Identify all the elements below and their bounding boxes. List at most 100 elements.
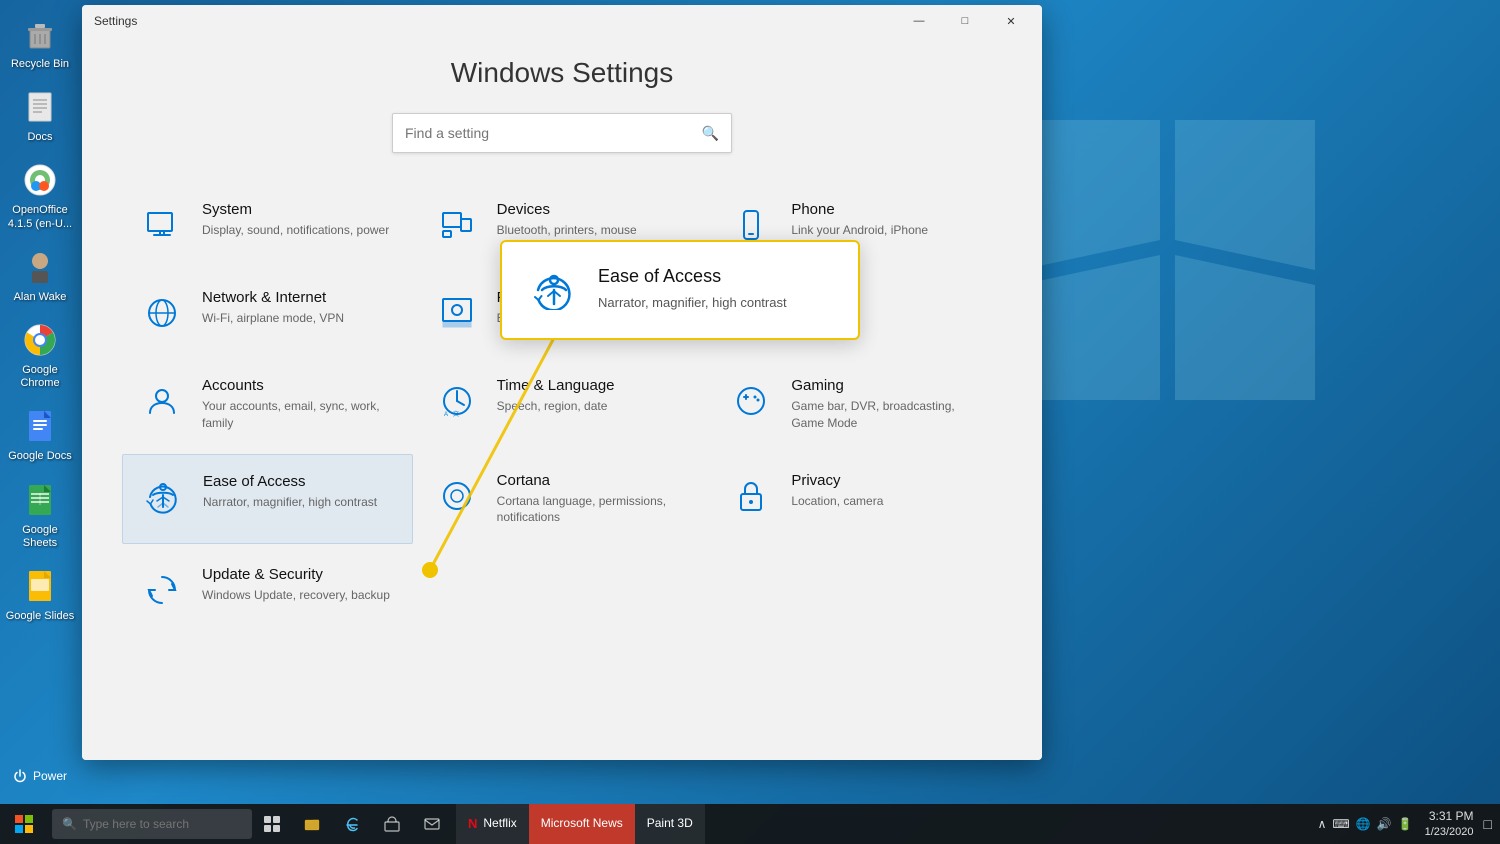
- desktop-sidebar: Recycle Bin Docs OpenOffice 4.1.5: [0, 0, 80, 804]
- mail-button[interactable]: [412, 804, 452, 844]
- search-bar: 🔍: [392, 113, 732, 153]
- gaming-icon: [727, 377, 775, 425]
- settings-item-cortana[interactable]: Cortana Cortana language, permissions, n…: [417, 454, 708, 545]
- devices-icon: [433, 201, 481, 249]
- desktop-icon-alan-wake[interactable]: Alan Wake: [1, 241, 79, 310]
- desktop-logo-decoration: [1020, 120, 1320, 525]
- minimize-button[interactable]: —: [896, 5, 942, 37]
- taskbar-app-msnews[interactable]: Microsoft News: [529, 804, 635, 844]
- settings-item-accounts[interactable]: Accounts Your accounts, email, sync, wor…: [122, 359, 413, 450]
- taskbar-search-input[interactable]: [83, 817, 242, 831]
- openoffice-label: OpenOffice 4.1.5 (en-U...: [5, 204, 75, 230]
- settings-item-gaming[interactable]: Gaming Game bar, DVR, broadcasting, Game…: [711, 359, 1002, 450]
- update-security-name: Update & Security: [202, 566, 390, 583]
- power-button[interactable]: Power: [0, 758, 80, 794]
- tray-speaker-icon[interactable]: 🔊: [1377, 817, 1392, 831]
- desktop-icon-google-slides[interactable]: Google Slides: [1, 560, 79, 629]
- settings-item-update-security[interactable]: Update & Security Windows Update, recove…: [122, 548, 413, 632]
- taskbar-search-icon: 🔍: [62, 817, 77, 831]
- google-docs-label: Google Docs: [8, 450, 72, 463]
- google-sheets-icon: [20, 480, 60, 520]
- cortana-desc: Cortana language, permissions, notificat…: [497, 493, 692, 527]
- window-title: Settings: [90, 14, 896, 28]
- desktop-icon-openoffice[interactable]: OpenOffice 4.1.5 (en-U...: [1, 154, 79, 236]
- taskbar-search[interactable]: 🔍: [52, 809, 252, 839]
- file-explorer-button[interactable]: [292, 804, 332, 844]
- system-tray: ∧ ⌨ 🌐 🔊 🔋 3:31 PM 1/23/2020 □: [1318, 809, 1500, 839]
- time-language-name: Time & Language: [497, 377, 615, 394]
- docs-icon: [20, 87, 60, 127]
- clock-time: 3:31 PM: [1425, 809, 1474, 825]
- accounts-name: Accounts: [202, 377, 397, 394]
- system-name: System: [202, 201, 389, 218]
- store-button[interactable]: [372, 804, 412, 844]
- settings-item-privacy[interactable]: Privacy Location, camera: [711, 454, 1002, 545]
- paint-label: Paint 3D: [647, 816, 693, 830]
- system-icon: [138, 201, 186, 249]
- desktop-icon-google-docs[interactable]: Google Docs: [1, 400, 79, 469]
- time-language-icon: A 文: [433, 377, 481, 425]
- privacy-icon: [727, 472, 775, 520]
- search-input[interactable]: [405, 125, 702, 141]
- edge-button[interactable]: [332, 804, 372, 844]
- tray-network-icon[interactable]: 🌐: [1356, 817, 1371, 831]
- gaming-name: Gaming: [791, 377, 986, 394]
- network-name: Network & Internet: [202, 289, 344, 306]
- msnews-label: Microsoft News: [541, 816, 623, 830]
- ease-of-access-desc: Narrator, magnifier, high contrast: [203, 494, 377, 511]
- taskbar-app-paint[interactable]: Paint 3D: [635, 804, 705, 844]
- google-slides-label: Google Slides: [6, 610, 75, 623]
- settings-window: Settings — □ ✕ Windows Settings 🔍: [82, 5, 1042, 760]
- settings-title: Windows Settings: [122, 57, 1002, 89]
- desktop-icon-google-chrome[interactable]: Google Chrome: [1, 314, 79, 396]
- close-button[interactable]: ✕: [988, 5, 1034, 37]
- svg-text:文: 文: [453, 410, 459, 418]
- taskbar: 🔍: [0, 804, 1500, 844]
- start-button[interactable]: [0, 804, 48, 844]
- desktop-icon-google-sheets[interactable]: Google Sheets: [1, 474, 79, 556]
- accounts-desc: Your accounts, email, sync, work, family: [202, 398, 397, 432]
- phone-name: Phone: [791, 201, 928, 218]
- desktop-icon-recycle-bin[interactable]: Recycle Bin: [1, 8, 79, 77]
- settings-item-time-language[interactable]: A 文 Time & Language Speech, region, date: [417, 359, 708, 450]
- window-titlebar: Settings — □ ✕: [82, 5, 1042, 37]
- update-security-icon: [138, 566, 186, 614]
- tooltip-icon: [530, 266, 578, 314]
- google-sheets-label: Google Sheets: [5, 524, 75, 550]
- search-bar-wrap: 🔍: [122, 113, 1002, 153]
- svg-text:A: A: [444, 412, 448, 418]
- task-view-button[interactable]: [252, 804, 292, 844]
- system-clock[interactable]: 3:31 PM 1/23/2020: [1425, 809, 1474, 839]
- google-slides-icon: [20, 566, 60, 606]
- alan-wake-label: Alan Wake: [14, 291, 67, 304]
- ease-of-access-name: Ease of Access: [203, 473, 377, 490]
- ease-of-access-tooltip: Ease of Access Narrator, magnifier, high…: [500, 240, 860, 340]
- network-icon: [138, 289, 186, 337]
- tray-keyboard-icon[interactable]: ⌨: [1332, 817, 1349, 831]
- openoffice-icon: [20, 160, 60, 200]
- personalization-icon: [433, 289, 481, 337]
- alan-wake-icon: [20, 247, 60, 287]
- google-docs-icon: [20, 406, 60, 446]
- notification-icon[interactable]: □: [1484, 816, 1492, 832]
- tray-battery-icon[interactable]: 🔋: [1398, 817, 1413, 831]
- desktop-icon-docs[interactable]: Docs: [1, 81, 79, 150]
- settings-item-system[interactable]: System Display, sound, notifications, po…: [122, 183, 413, 267]
- maximize-button[interactable]: □: [942, 5, 988, 37]
- gaming-desc: Game bar, DVR, broadcasting, Game Mode: [791, 398, 986, 432]
- settings-item-ease-of-access[interactable]: Ease of Access Narrator, magnifier, high…: [122, 454, 413, 545]
- tray-up-arrow-icon[interactable]: ∧: [1318, 817, 1327, 831]
- recycle-bin-label: Recycle Bin: [11, 58, 69, 71]
- privacy-desc: Location, camera: [791, 493, 883, 510]
- taskbar-app-netflix[interactable]: N Netflix: [456, 804, 529, 844]
- system-desc: Display, sound, notifications, power: [202, 222, 389, 239]
- settings-item-network[interactable]: Network & Internet Wi-Fi, airplane mode,…: [122, 271, 413, 355]
- privacy-name: Privacy: [791, 472, 883, 489]
- google-chrome-icon: [20, 320, 60, 360]
- window-controls: — □ ✕: [896, 5, 1034, 37]
- power-label: Power: [33, 769, 67, 783]
- ease-of-access-icon: [139, 473, 187, 521]
- search-button[interactable]: 🔍: [702, 125, 719, 142]
- tooltip-desc: Narrator, magnifier, high contrast: [598, 293, 787, 313]
- google-chrome-label: Google Chrome: [5, 364, 75, 390]
